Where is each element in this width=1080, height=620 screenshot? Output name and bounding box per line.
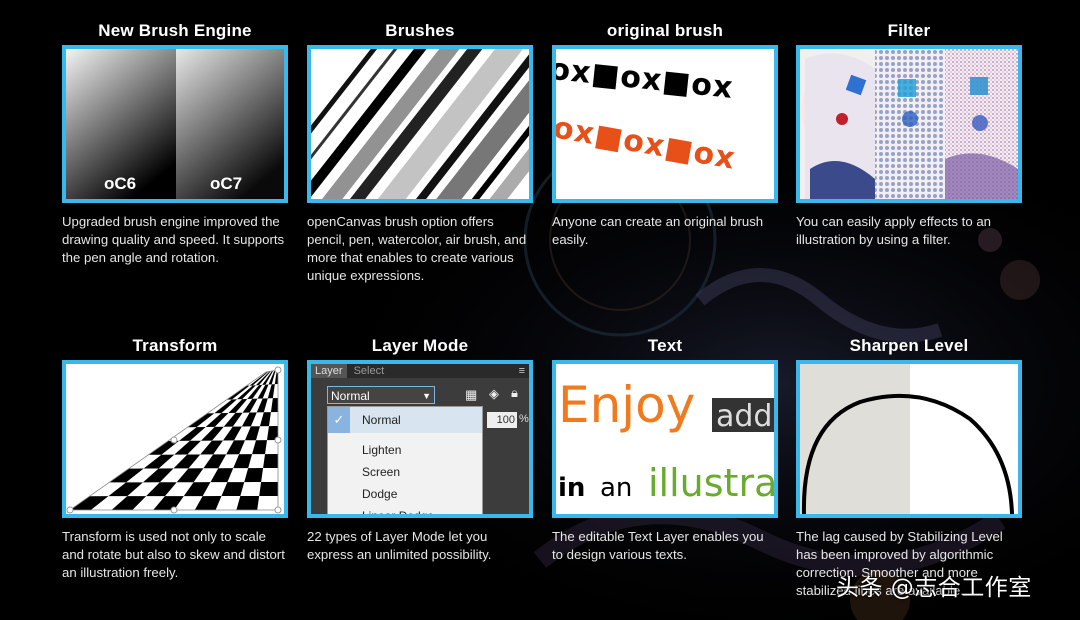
watermark: 头条 @志合工作室 — [836, 575, 1032, 601]
opacity-input[interactable]: 100 — [487, 412, 517, 428]
feature-card-sharpen-level: Sharpen Level The lag caused by Stabiliz… — [796, 334, 1022, 600]
card-title: New Brush Engine — [98, 21, 252, 40]
sample-word-enjoy: Enjoy — [558, 376, 695, 434]
check-icon: ✓ — [328, 407, 350, 433]
brush-label-oc6: oC6 — [104, 174, 136, 193]
chevron-down-icon: ▼ — [422, 391, 431, 401]
blend-mode-dropdown: ✓ Normal Lighten Screen Dodge Linear Dod… — [327, 406, 483, 514]
dropdown-option[interactable]: Dodge — [362, 483, 482, 505]
card-description: Anyone can create an original brush easi… — [552, 214, 764, 247]
transform-handle[interactable] — [66, 506, 74, 514]
blend-mode-select[interactable]: Normal ▼ — [327, 386, 435, 404]
filter-thumbnail — [796, 45, 1022, 203]
card-title: original brush — [606, 21, 724, 40]
dropdown-option[interactable]: Linear Dodge — [362, 505, 482, 514]
feature-card-brush-engine: New Brush Engine oC6 oC7 Upgraded brush … — [62, 19, 288, 267]
feature-card-text: Text Enjoy add in an illustrat The edita… — [552, 334, 778, 564]
card-description: openCanvas brush option offers pencil, p… — [307, 214, 527, 283]
brushes-thumbnail — [307, 45, 533, 203]
dropdown-option[interactable]: Lighten — [362, 439, 482, 461]
checker-square — [263, 454, 278, 469]
feature-card-layer-mode: Layer Mode Layer Select ≡ Normal ▼ ▦ ◈ 🔒… — [307, 334, 533, 564]
panel-menu-icon[interactable]: ≡ — [519, 364, 525, 378]
card-title: Brushes — [385, 21, 455, 40]
card-title: Transform — [132, 336, 218, 355]
checker-square — [259, 482, 278, 497]
lock-icon[interactable]: 🔒︎ — [511, 385, 518, 401]
card-title: Layer Mode — [371, 336, 469, 355]
percent-label: % — [519, 413, 529, 425]
checker-square — [236, 496, 260, 510]
clip-icon[interactable]: ◈ — [489, 386, 499, 402]
transform-handle[interactable] — [274, 506, 282, 514]
dropdown-option-label: Normal — [362, 413, 401, 427]
lock-transparency-icon[interactable]: ▦ — [465, 387, 477, 403]
blend-mode-value: Normal — [331, 389, 370, 403]
sharpen-level-thumbnail — [796, 360, 1022, 518]
transform-thumbnail — [62, 360, 288, 518]
card-title: Filter — [887, 21, 931, 40]
card-description: Transform is used not only to scale and … — [62, 529, 285, 580]
brush-engine-thumbnail: oC6 oC7 — [62, 45, 288, 203]
transform-handle[interactable] — [170, 436, 178, 444]
card-description: Upgraded brush engine improved the drawi… — [62, 214, 285, 265]
text-thumbnail: Enjoy add in an illustrat — [552, 360, 778, 518]
sample-word-illustrat: illustrat — [648, 461, 774, 505]
transform-handle[interactable] — [274, 436, 282, 444]
card-description: 22 types of Layer Mode let you express a… — [307, 529, 492, 562]
sample-word-an: an — [600, 473, 632, 503]
card-title: Text — [647, 336, 683, 355]
layer-panel-tabbar: Layer Select ≡ — [311, 364, 529, 378]
sample-word-in: in — [558, 473, 585, 503]
transform-handle[interactable] — [170, 506, 178, 514]
tab-layer[interactable]: Layer — [311, 364, 347, 378]
dropdown-option[interactable]: Screen — [362, 461, 482, 483]
tab-select[interactable]: Select — [350, 364, 389, 378]
card-title: Sharpen Level — [849, 336, 969, 355]
card-description: You can easily apply effects to an illus… — [796, 214, 992, 247]
sample-word-add: add — [716, 399, 772, 434]
feature-card-filter: Filter You can easily apply effects to a… — [796, 19, 1022, 249]
transform-handle[interactable] — [274, 366, 282, 374]
feature-card-transform: Transform Transform is used not only to … — [62, 334, 288, 582]
brush-label-oc7: oC7 — [210, 174, 242, 193]
feature-card-original-brush: original brush ox■ox■ox ox■ox■ox Anyone … — [552, 19, 778, 249]
layer-mode-thumbnail: Layer Select ≡ Normal ▼ ▦ ◈ 🔒︎ 100 % ✓ N… — [307, 360, 533, 518]
original-brush-thumbnail: ox■ox■ox ox■ox■ox — [552, 45, 778, 203]
card-description: The editable Text Layer enables you to d… — [552, 529, 764, 562]
dropdown-option-selected[interactable]: ✓ Normal — [328, 407, 482, 433]
feature-card-brushes: Brushes openCanvas brush option offers p… — [307, 19, 533, 285]
